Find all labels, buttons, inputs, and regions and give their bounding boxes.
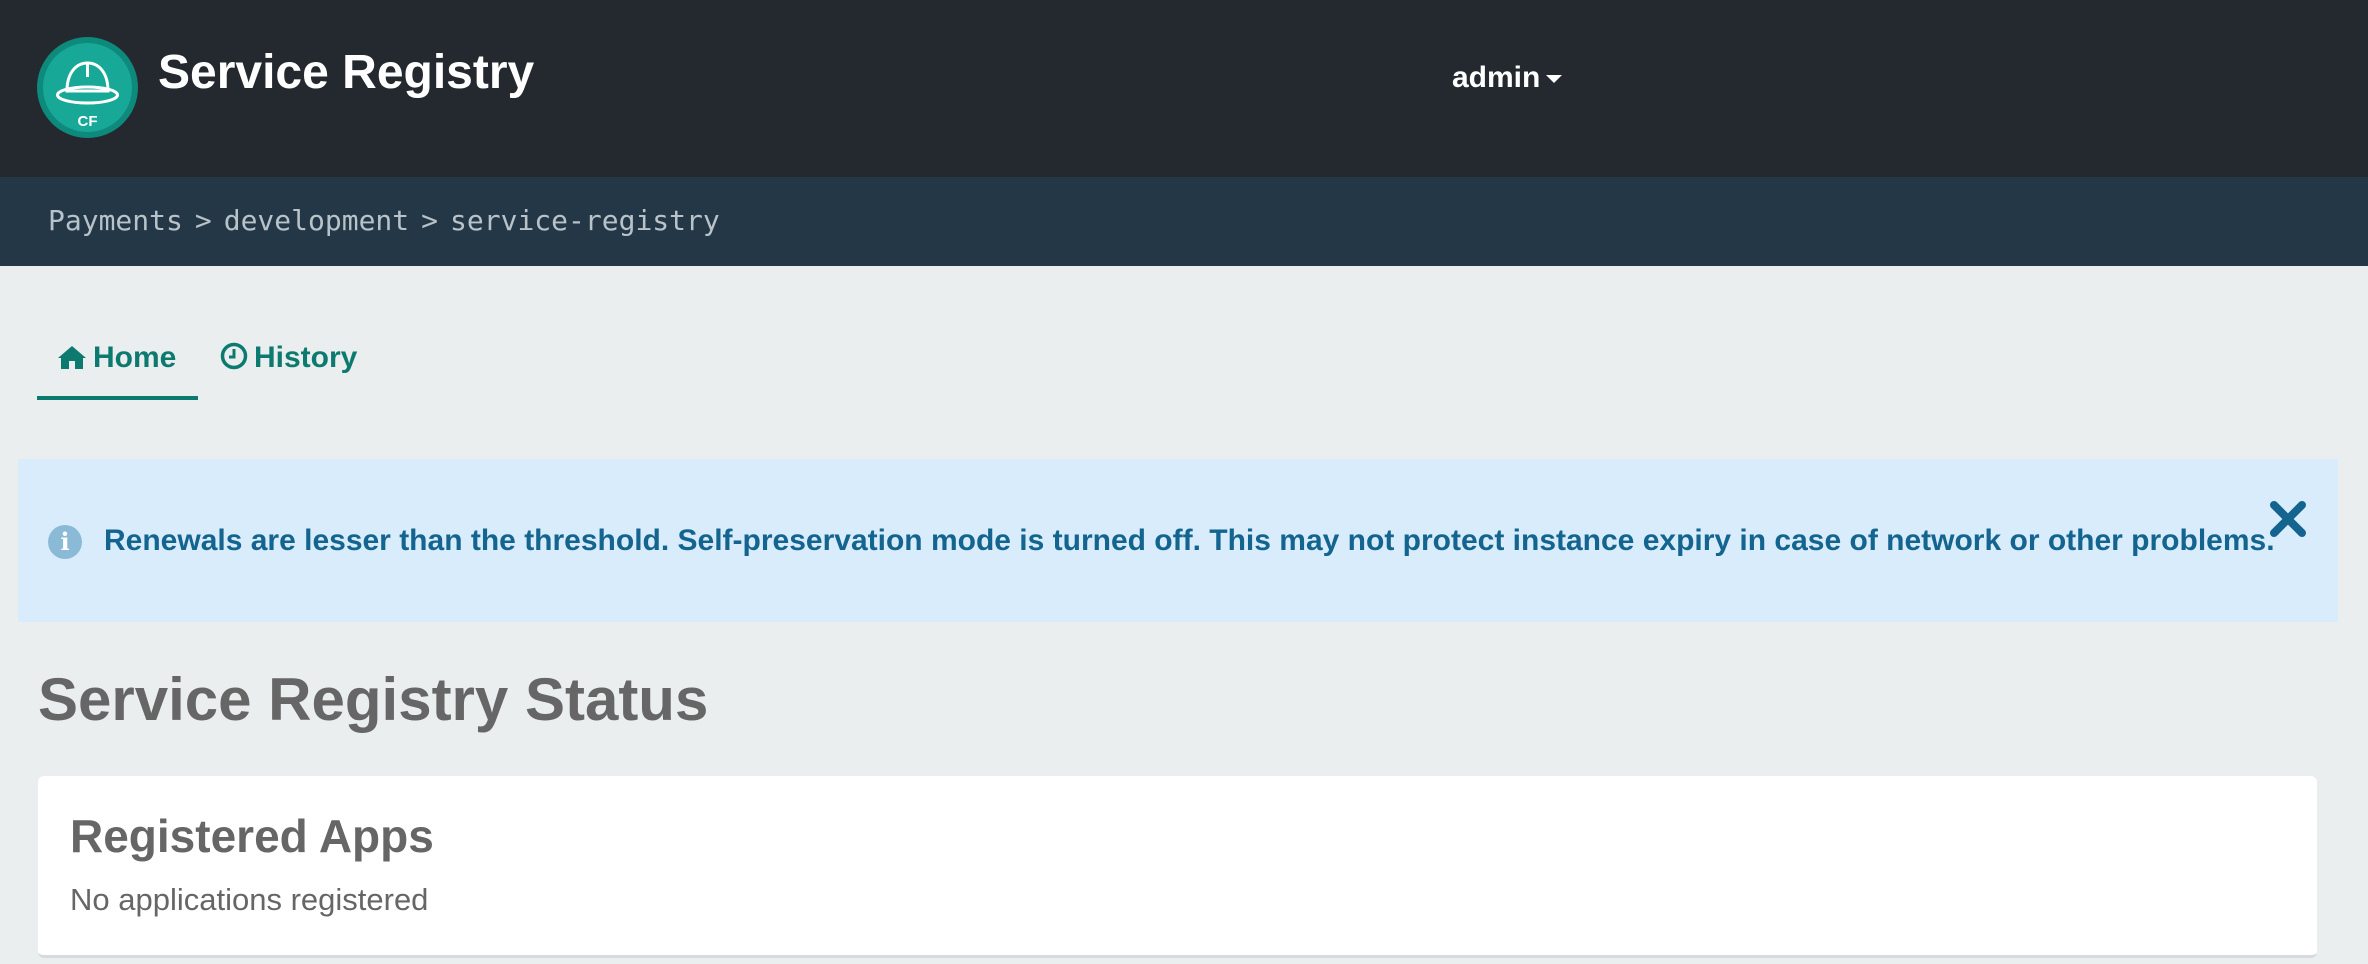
breadcrumb-separator: > [421, 204, 439, 237]
home-icon [58, 346, 86, 369]
registered-apps-title: Registered Apps [70, 810, 434, 862]
registered-apps-panel: Registered Apps No applications register… [38, 776, 2317, 958]
info-icon: i [48, 525, 82, 559]
breadcrumb-item-space: development [223, 204, 410, 237]
tab-history[interactable]: History [220, 330, 357, 400]
registered-apps-empty-message: No applications registered [70, 882, 429, 917]
caret-down-icon [1546, 75, 1563, 84]
breadcrumb-bar: Payments > development > service-registry [0, 177, 2368, 266]
logo-badge: CF [43, 43, 132, 132]
breadcrumb-item-service: service-registry [450, 204, 720, 237]
clock-icon [220, 342, 248, 370]
close-icon [2270, 501, 2306, 537]
tab-home[interactable]: Home [37, 330, 198, 400]
self-preservation-alert: i Renewals are lesser than the threshold… [18, 459, 2338, 622]
page-title: Service Registry Status [38, 666, 709, 733]
app-title[interactable]: Service Registry [158, 44, 534, 102]
alert-message: Renewals are lesser than the threshold. … [104, 524, 2275, 557]
top-navbar: CF Service Registry admin [0, 0, 2368, 177]
breadcrumb-separator: > [194, 204, 212, 237]
cf-logo[interactable]: CF [37, 37, 138, 138]
breadcrumb: Payments > development > service-registry [48, 203, 720, 239]
user-menu-label: admin [1452, 61, 1541, 94]
alert-close-button[interactable] [2268, 499, 2308, 549]
breadcrumb-item-org: Payments [48, 204, 183, 237]
user-menu-dropdown[interactable]: admin [1452, 60, 1563, 96]
tab-history-label: History [254, 341, 358, 374]
tab-home-label: Home [93, 341, 177, 374]
logo-text: CF [77, 113, 98, 130]
